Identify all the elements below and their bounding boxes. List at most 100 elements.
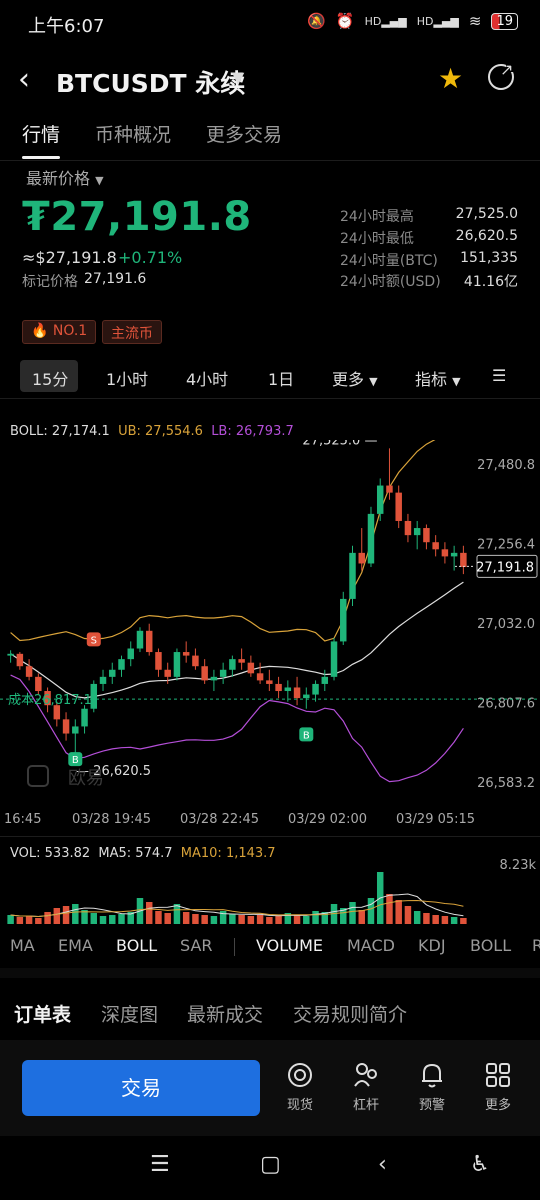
- interval-more[interactable]: 更多 ▼: [332, 366, 378, 390]
- category-tag[interactable]: 主流币: [102, 320, 162, 344]
- spot-icon: [272, 1060, 328, 1090]
- price-change: +0.71%: [118, 248, 183, 267]
- menu-icon[interactable]: ☰: [150, 1152, 170, 1177]
- divider: [0, 160, 540, 161]
- share-arrow-icon: ↗: [500, 60, 514, 79]
- candle-body: [376, 485, 384, 514]
- volume-bar: [16, 917, 24, 924]
- time-tick: 03/28 22:45: [180, 812, 260, 827]
- candle-body: [238, 659, 245, 663]
- candle-body: [109, 669, 116, 677]
- trade-button[interactable]: 交易: [22, 1060, 260, 1116]
- rank-tag[interactable]: 🔥 NO.1: [22, 320, 97, 344]
- caret-down-icon: ▼: [369, 375, 378, 388]
- tab-depth-chart[interactable]: 深度图: [101, 1000, 158, 1027]
- candle-body: [247, 662, 255, 674]
- volume-bar: [229, 914, 236, 924]
- indicator-sar[interactable]: SAR: [180, 936, 213, 955]
- volume-bar: [367, 898, 375, 924]
- candle-body: [266, 680, 273, 684]
- candle-body: [423, 528, 430, 543]
- candle-body: [330, 641, 338, 677]
- candle-body: [303, 694, 310, 699]
- indicator-ma[interactable]: MA: [10, 936, 35, 955]
- back-icon[interactable]: ‹: [18, 62, 30, 97]
- volume-bar: [99, 916, 107, 924]
- indicator-boll-sub[interactable]: BOLL: [470, 936, 511, 955]
- vol-ma5: MA5: 574.7: [98, 846, 173, 861]
- tab-coin-overview[interactable]: 币种概况: [95, 120, 171, 147]
- interval-15m[interactable]: 15分: [32, 366, 68, 390]
- volume-bar: [62, 906, 70, 924]
- chevron-down-icon[interactable]: ▼: [232, 68, 244, 87]
- volume-bar: [256, 915, 264, 924]
- volume-bar: [275, 916, 282, 924]
- indicator-volume[interactable]: VOLUME: [256, 936, 323, 955]
- volume-bar: [53, 908, 61, 924]
- tab-trading-rules[interactable]: 交易规则简介: [293, 1000, 407, 1027]
- indicator-macd[interactable]: MACD: [347, 936, 395, 955]
- price-type-selector[interactable]: 最新价格 ▼: [26, 165, 104, 189]
- interval-4h[interactable]: 4小时: [186, 366, 228, 390]
- volume-bar: [109, 915, 116, 924]
- volume-bar: [432, 915, 439, 924]
- price-tick: 26,583.2: [477, 776, 535, 791]
- bottom-action-bar: 交易 现货 杠杆 预警 更多: [0, 1040, 540, 1136]
- star-icon[interactable]: ★: [438, 62, 463, 95]
- candle-body: [219, 669, 227, 677]
- tab-underline: [22, 156, 60, 159]
- candle-body: [210, 676, 218, 681]
- margin-icon: [338, 1060, 394, 1090]
- spot-button[interactable]: 现货: [272, 1060, 328, 1113]
- indicator-boll[interactable]: BOLL: [116, 936, 157, 955]
- interval-1h[interactable]: 1小时: [106, 366, 148, 390]
- tab-latest-trades[interactable]: 最新成交: [187, 1000, 263, 1027]
- candle-body: [293, 687, 301, 699]
- candle-body: [284, 687, 292, 692]
- interval-1d[interactable]: 1日: [268, 366, 294, 390]
- page-header: ‹ BTCUSDT 永续 ▼ ★ ↗: [0, 58, 540, 102]
- stat-value: 151,335: [460, 250, 518, 266]
- price-tick: 27,480.8: [477, 458, 535, 473]
- alert-button[interactable]: 预警: [404, 1060, 460, 1113]
- price-tick: 27,256.4: [477, 538, 535, 553]
- price-tick: 27,032.0: [477, 617, 535, 632]
- indicator-more[interactable]: R: [532, 936, 540, 955]
- candle-body: [367, 513, 375, 564]
- volume-legend: VOL: 533.82 MA5: 574.7 MA10: 1,143.7: [10, 846, 276, 861]
- boll-middle-line: [10, 581, 464, 699]
- indicator-ema[interactable]: EMA: [58, 936, 93, 955]
- watermark-icon: [27, 765, 49, 787]
- indicator-selector[interactable]: 指标 ▼: [415, 366, 461, 390]
- back-nav-icon[interactable]: ‹: [378, 1152, 387, 1177]
- vol-ma10: MA10: 1,143.7: [180, 846, 276, 861]
- candle-body: [321, 676, 329, 684]
- volume-bar: [90, 913, 98, 924]
- volume-bar: [303, 916, 310, 924]
- candle-body: [201, 666, 208, 681]
- indicator-kdj[interactable]: KDJ: [418, 936, 446, 955]
- volume-bar: [238, 915, 245, 924]
- tab-order-book[interactable]: 订单表: [14, 1000, 71, 1027]
- tab-more-trading[interactable]: 更多交易: [206, 120, 282, 147]
- chart-settings-icon[interactable]: ☰: [492, 366, 506, 385]
- high-label: 27,525.0 —: [302, 440, 377, 448]
- spot-label: 现货: [286, 1098, 313, 1113]
- tab-market[interactable]: 行情: [22, 120, 60, 147]
- accessibility-icon[interactable]: ♿: [470, 1152, 490, 1177]
- candle-body: [81, 708, 88, 727]
- time-tick: 16:45: [4, 812, 42, 827]
- more-button[interactable]: 更多: [470, 1060, 526, 1113]
- candlestick-chart[interactable]: 27,480.827,256.427,032.026,807.626,583.2…: [0, 440, 540, 810]
- indicator-tabs: MA EMA BOLL SAR VOLUME MACD KDJ BOLL R: [0, 936, 540, 958]
- volume-bar: [164, 913, 171, 924]
- page-title[interactable]: BTCUSDT 永续: [56, 64, 245, 100]
- vol-value: VOL: 533.82: [10, 846, 91, 861]
- margin-button[interactable]: 杠杆: [338, 1060, 394, 1113]
- home-icon[interactable]: ▢: [260, 1152, 281, 1177]
- candle-body: [99, 676, 107, 684]
- candle-body: [25, 666, 33, 677]
- status-bar: 上午6:07 🔕 ⏰ HD▂▄▆ HD▂▄▆ ≋ 19: [0, 0, 540, 48]
- divider: [0, 836, 540, 837]
- time-tick: 03/29 05:15: [396, 812, 476, 827]
